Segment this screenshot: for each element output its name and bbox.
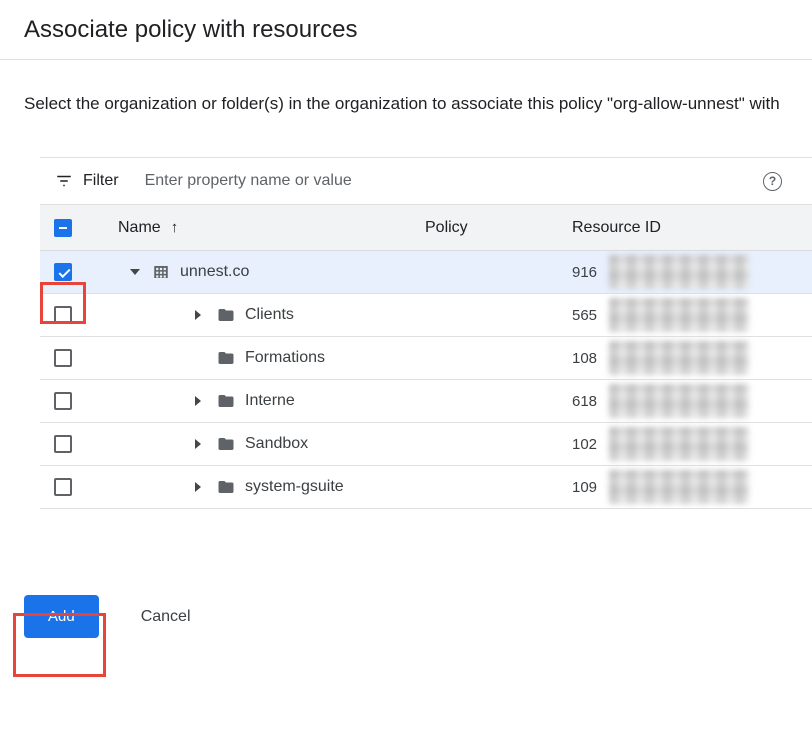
table-body: unnest.co 916 Clients 565	[40, 251, 812, 509]
folder-icon	[217, 435, 235, 453]
row-name-cell: unnest.co	[118, 263, 425, 281]
expand-arrow[interactable]	[195, 396, 217, 406]
add-button[interactable]: Add	[24, 595, 99, 638]
expand-arrow[interactable]	[195, 482, 217, 492]
row-name-inner: Interne	[118, 392, 295, 410]
column-header-policy: Policy	[425, 219, 572, 237]
resource-id-prefix: 102	[572, 436, 597, 453]
row-name-cell: Sandbox	[118, 435, 425, 453]
indent-spacer	[130, 401, 195, 402]
redacted-resource-id	[609, 298, 749, 332]
redacted-resource-id	[609, 255, 749, 289]
row-checkbox[interactable]	[54, 478, 72, 496]
page-title: Associate policy with resources	[24, 13, 788, 47]
resource-id-prefix: 916	[572, 264, 597, 281]
filter-bar: Filter ?	[40, 157, 812, 205]
resource-id-cell: 916	[572, 255, 812, 289]
table-row[interactable]: Sandbox 102	[40, 423, 812, 466]
row-name-cell: system-gsuite	[118, 478, 425, 496]
resource-name: system-gsuite	[245, 478, 344, 496]
table-header-row: Name ↑ Policy Resource ID	[40, 205, 812, 251]
column-header-name[interactable]: Name ↑	[118, 219, 425, 237]
folder-icon	[217, 478, 235, 496]
resource-table: Filter ? Name ↑ Policy Resource ID u	[40, 157, 812, 509]
row-checkbox[interactable]	[54, 392, 72, 410]
resource-id-prefix: 618	[572, 393, 597, 410]
row-name-cell: Clients	[118, 306, 425, 324]
sort-ascending-icon: ↑	[171, 219, 179, 236]
resource-name: unnest.co	[180, 263, 249, 281]
associate-policy-dialog: Associate policy with resources Select t…	[0, 0, 812, 742]
cancel-button[interactable]: Cancel	[135, 607, 197, 627]
expand-arrow[interactable]	[130, 269, 152, 275]
table-row[interactable]: Interne 618	[40, 380, 812, 423]
dialog-header: Associate policy with resources	[0, 0, 812, 60]
table-row[interactable]: unnest.co 916	[40, 251, 812, 294]
resource-id-cell: 102	[572, 427, 812, 461]
resource-name: Sandbox	[245, 435, 308, 453]
row-name-inner: system-gsuite	[118, 478, 344, 496]
help-icon[interactable]: ?	[763, 172, 782, 191]
resource-id-prefix: 109	[572, 479, 597, 496]
resource-id-cell: 618	[572, 384, 812, 418]
resource-id-cell: 565	[572, 298, 812, 332]
resource-name: Formations	[245, 349, 325, 367]
row-name-inner: unnest.co	[118, 263, 249, 281]
row-name-inner: Formations	[118, 349, 325, 367]
table-row[interactable]: Clients 565	[40, 294, 812, 337]
redacted-resource-id	[609, 470, 749, 504]
row-checkbox[interactable]	[54, 435, 72, 453]
indent-spacer	[130, 444, 195, 445]
row-checkbox[interactable]	[54, 306, 72, 324]
redacted-resource-id	[609, 341, 749, 375]
table-row[interactable]: system-gsuite 109	[40, 466, 812, 509]
folder-icon	[217, 349, 235, 367]
header-check-cell	[40, 219, 118, 237]
select-all-checkbox[interactable]	[54, 219, 72, 237]
resource-id-cell: 109	[572, 470, 812, 504]
row-checkbox[interactable]	[54, 263, 72, 281]
row-check-cell	[40, 349, 118, 367]
row-check-cell	[40, 435, 118, 453]
resource-id-cell: 108	[572, 341, 812, 375]
organization-icon	[152, 263, 170, 281]
row-name-cell: Formations	[118, 349, 425, 367]
table-row[interactable]: Formations 108	[40, 337, 812, 380]
row-name-inner: Sandbox	[118, 435, 308, 453]
resource-id-prefix: 565	[572, 307, 597, 324]
row-name-cell: Interne	[118, 392, 425, 410]
resource-name: Interne	[245, 392, 295, 410]
expand-arrow[interactable]	[195, 310, 217, 320]
name-header-label: Name	[118, 219, 161, 237]
folder-icon	[217, 306, 235, 324]
indent-spacer	[130, 315, 195, 316]
redacted-resource-id	[609, 427, 749, 461]
filter-label: Filter	[83, 172, 119, 190]
row-checkbox[interactable]	[54, 349, 72, 367]
resource-name: Clients	[245, 306, 294, 324]
row-check-cell	[40, 478, 118, 496]
row-check-cell	[40, 263, 118, 281]
redacted-resource-id	[609, 384, 749, 418]
expand-arrow[interactable]	[195, 439, 217, 449]
row-check-cell	[40, 392, 118, 410]
row-check-cell	[40, 306, 118, 324]
indent-spacer	[130, 358, 195, 359]
filter-icon[interactable]	[55, 172, 73, 190]
filter-input[interactable]	[143, 171, 763, 191]
folder-icon	[217, 392, 235, 410]
resource-id-prefix: 108	[572, 350, 597, 367]
column-header-resource-id: Resource ID	[572, 219, 812, 237]
row-name-inner: Clients	[118, 306, 294, 324]
dialog-actions: Add Cancel	[24, 595, 812, 638]
dialog-description: Select the organization or folder(s) in …	[24, 90, 788, 117]
indent-spacer	[130, 487, 195, 488]
